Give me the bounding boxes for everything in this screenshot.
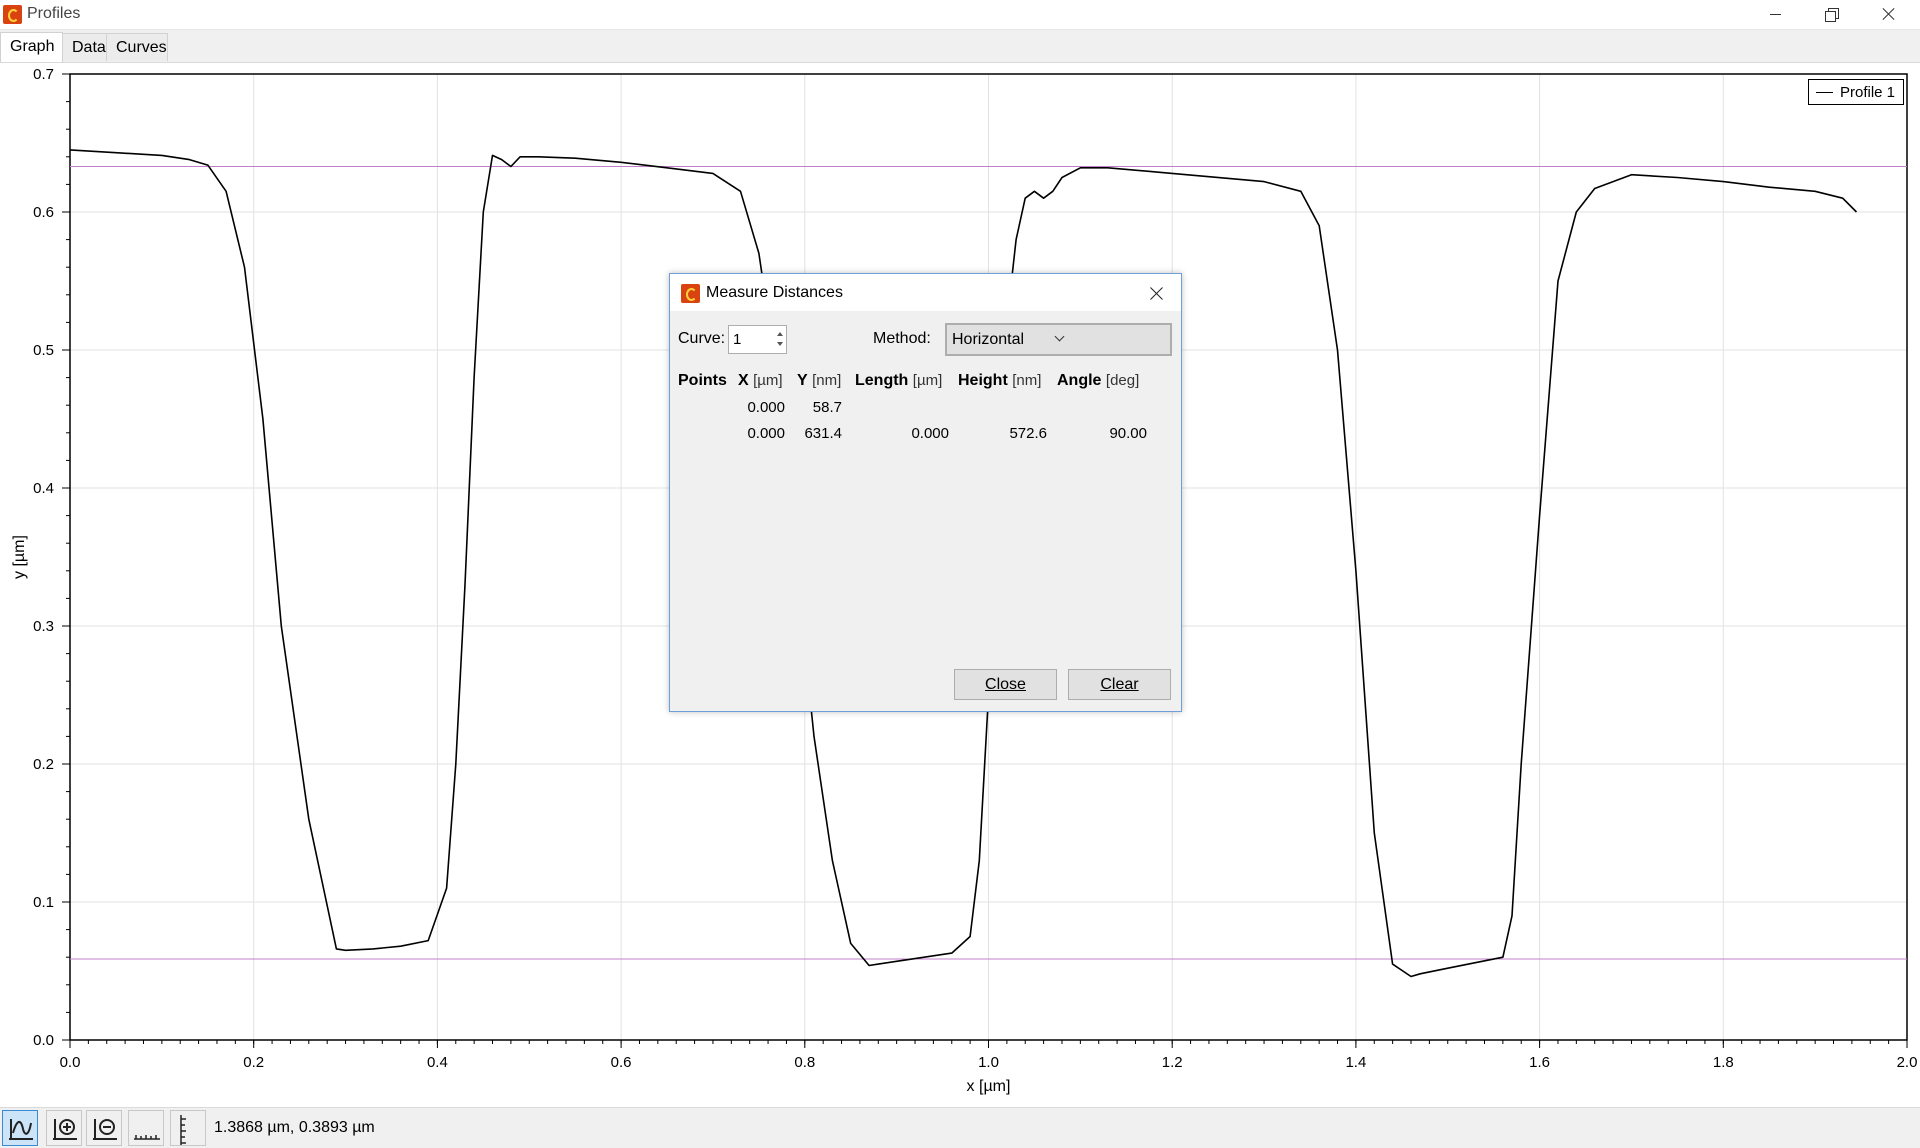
col-header-points: Points: [678, 372, 727, 389]
zoom-out-icon[interactable]: [86, 1110, 122, 1146]
x-tick-label: 0.4: [427, 1054, 448, 1071]
app-logo-icon: [681, 284, 700, 303]
y-axis-label: y [µm]: [11, 535, 28, 579]
restore-icon[interactable]: [1808, 0, 1854, 29]
y-tick-label: 0.3: [33, 618, 54, 635]
y-tick-label: 0.7: [33, 66, 54, 83]
tab-bar: Graph Data Curves: [0, 30, 1920, 63]
y-tick-label: 0.4: [33, 480, 54, 497]
x-tick-label: 0.2: [243, 1054, 264, 1071]
table-cell-x: 0.000: [747, 425, 785, 442]
y-tick-label: 0.2: [33, 756, 54, 773]
x-tick-label: 0.8: [794, 1054, 815, 1071]
y-tick-label: 0.1: [33, 894, 54, 911]
curve-value[interactable]: 1: [733, 331, 741, 348]
y-tick-label: 0.5: [33, 342, 54, 359]
method-dropdown[interactable]: Horizontal: [945, 323, 1172, 356]
x-tick-label: 0.6: [611, 1054, 632, 1071]
profile-select-icon[interactable]: [2, 1110, 38, 1146]
close-icon[interactable]: [1866, 0, 1912, 29]
clear-button[interactable]: Clear: [1068, 669, 1171, 700]
col-header-angle: Angle [deg]: [1057, 372, 1140, 389]
app-logo-icon: [3, 5, 22, 24]
table-cell-length: 0.000: [911, 425, 949, 442]
col-header-y: Y [nm]: [797, 372, 842, 389]
tab-data[interactable]: Data: [62, 33, 107, 61]
table-cell-x: 0.000: [747, 399, 785, 416]
dialog-title: Measure Distances: [706, 284, 843, 301]
minimize-icon[interactable]: [1752, 0, 1798, 29]
dialog-close-icon[interactable]: [1140, 278, 1172, 308]
col-header-length: Length [µm]: [855, 372, 943, 389]
x-tick-label: 0.0: [60, 1054, 81, 1071]
close-button[interactable]: Close: [954, 669, 1057, 700]
measure-distances-dialog: Measure Distances Curve: 1 Method: Horiz…: [669, 273, 1182, 712]
status-bar: 1.3868 µm, 0.3893 µm: [0, 1107, 1920, 1148]
measure-vertical-icon[interactable]: [170, 1110, 206, 1146]
dialog-titlebar: Measure Distances: [670, 274, 1181, 311]
table-cell-y: 58.7: [812, 399, 842, 416]
measure-horizontal-icon[interactable]: [128, 1110, 164, 1146]
y-tick-label: 0.0: [33, 1032, 54, 1049]
col-header-x: X [µm]: [738, 372, 783, 389]
table-cell-angle: 90.00: [1109, 425, 1147, 442]
curve-spinbox[interactable]: 1: [728, 325, 787, 354]
tab-graph[interactable]: Graph: [0, 32, 63, 62]
x-tick-label: 1.8: [1713, 1054, 1734, 1071]
x-tick-label: 1.4: [1345, 1054, 1366, 1071]
y-tick-label: 0.6: [33, 204, 54, 221]
x-tick-label: 2.0: [1897, 1054, 1918, 1071]
spin-down-icon[interactable]: [776, 340, 785, 349]
legend-label: Profile 1: [1840, 84, 1896, 101]
col-header-height: Height [nm]: [958, 372, 1042, 389]
x-tick-label: 1.2: [1162, 1054, 1183, 1071]
window-titlebar: Profiles: [0, 0, 1920, 30]
curve-label: Curve:: [678, 330, 726, 347]
tab-curves[interactable]: Curves: [106, 33, 168, 61]
x-tick-label: 1.0: [978, 1054, 999, 1071]
table-cell-height: 572.6: [1009, 425, 1047, 442]
cursor-coordinates: 1.3868 µm, 0.3893 µm: [214, 1119, 375, 1136]
chevron-down-icon: [1054, 331, 1065, 342]
window-title: Profiles: [27, 5, 81, 22]
method-label: Method:: [873, 330, 931, 347]
x-tick-label: 1.6: [1529, 1054, 1550, 1071]
x-axis-label: x [µm]: [967, 1078, 1011, 1095]
method-value: Horizontal: [952, 331, 1025, 348]
chart-legend: Profile 1: [1808, 79, 1904, 105]
table-cell-y: 631.4: [804, 425, 842, 442]
spin-up-icon[interactable]: [776, 330, 785, 339]
legend-swatch: [1816, 92, 1833, 93]
zoom-in-icon[interactable]: [46, 1110, 82, 1146]
